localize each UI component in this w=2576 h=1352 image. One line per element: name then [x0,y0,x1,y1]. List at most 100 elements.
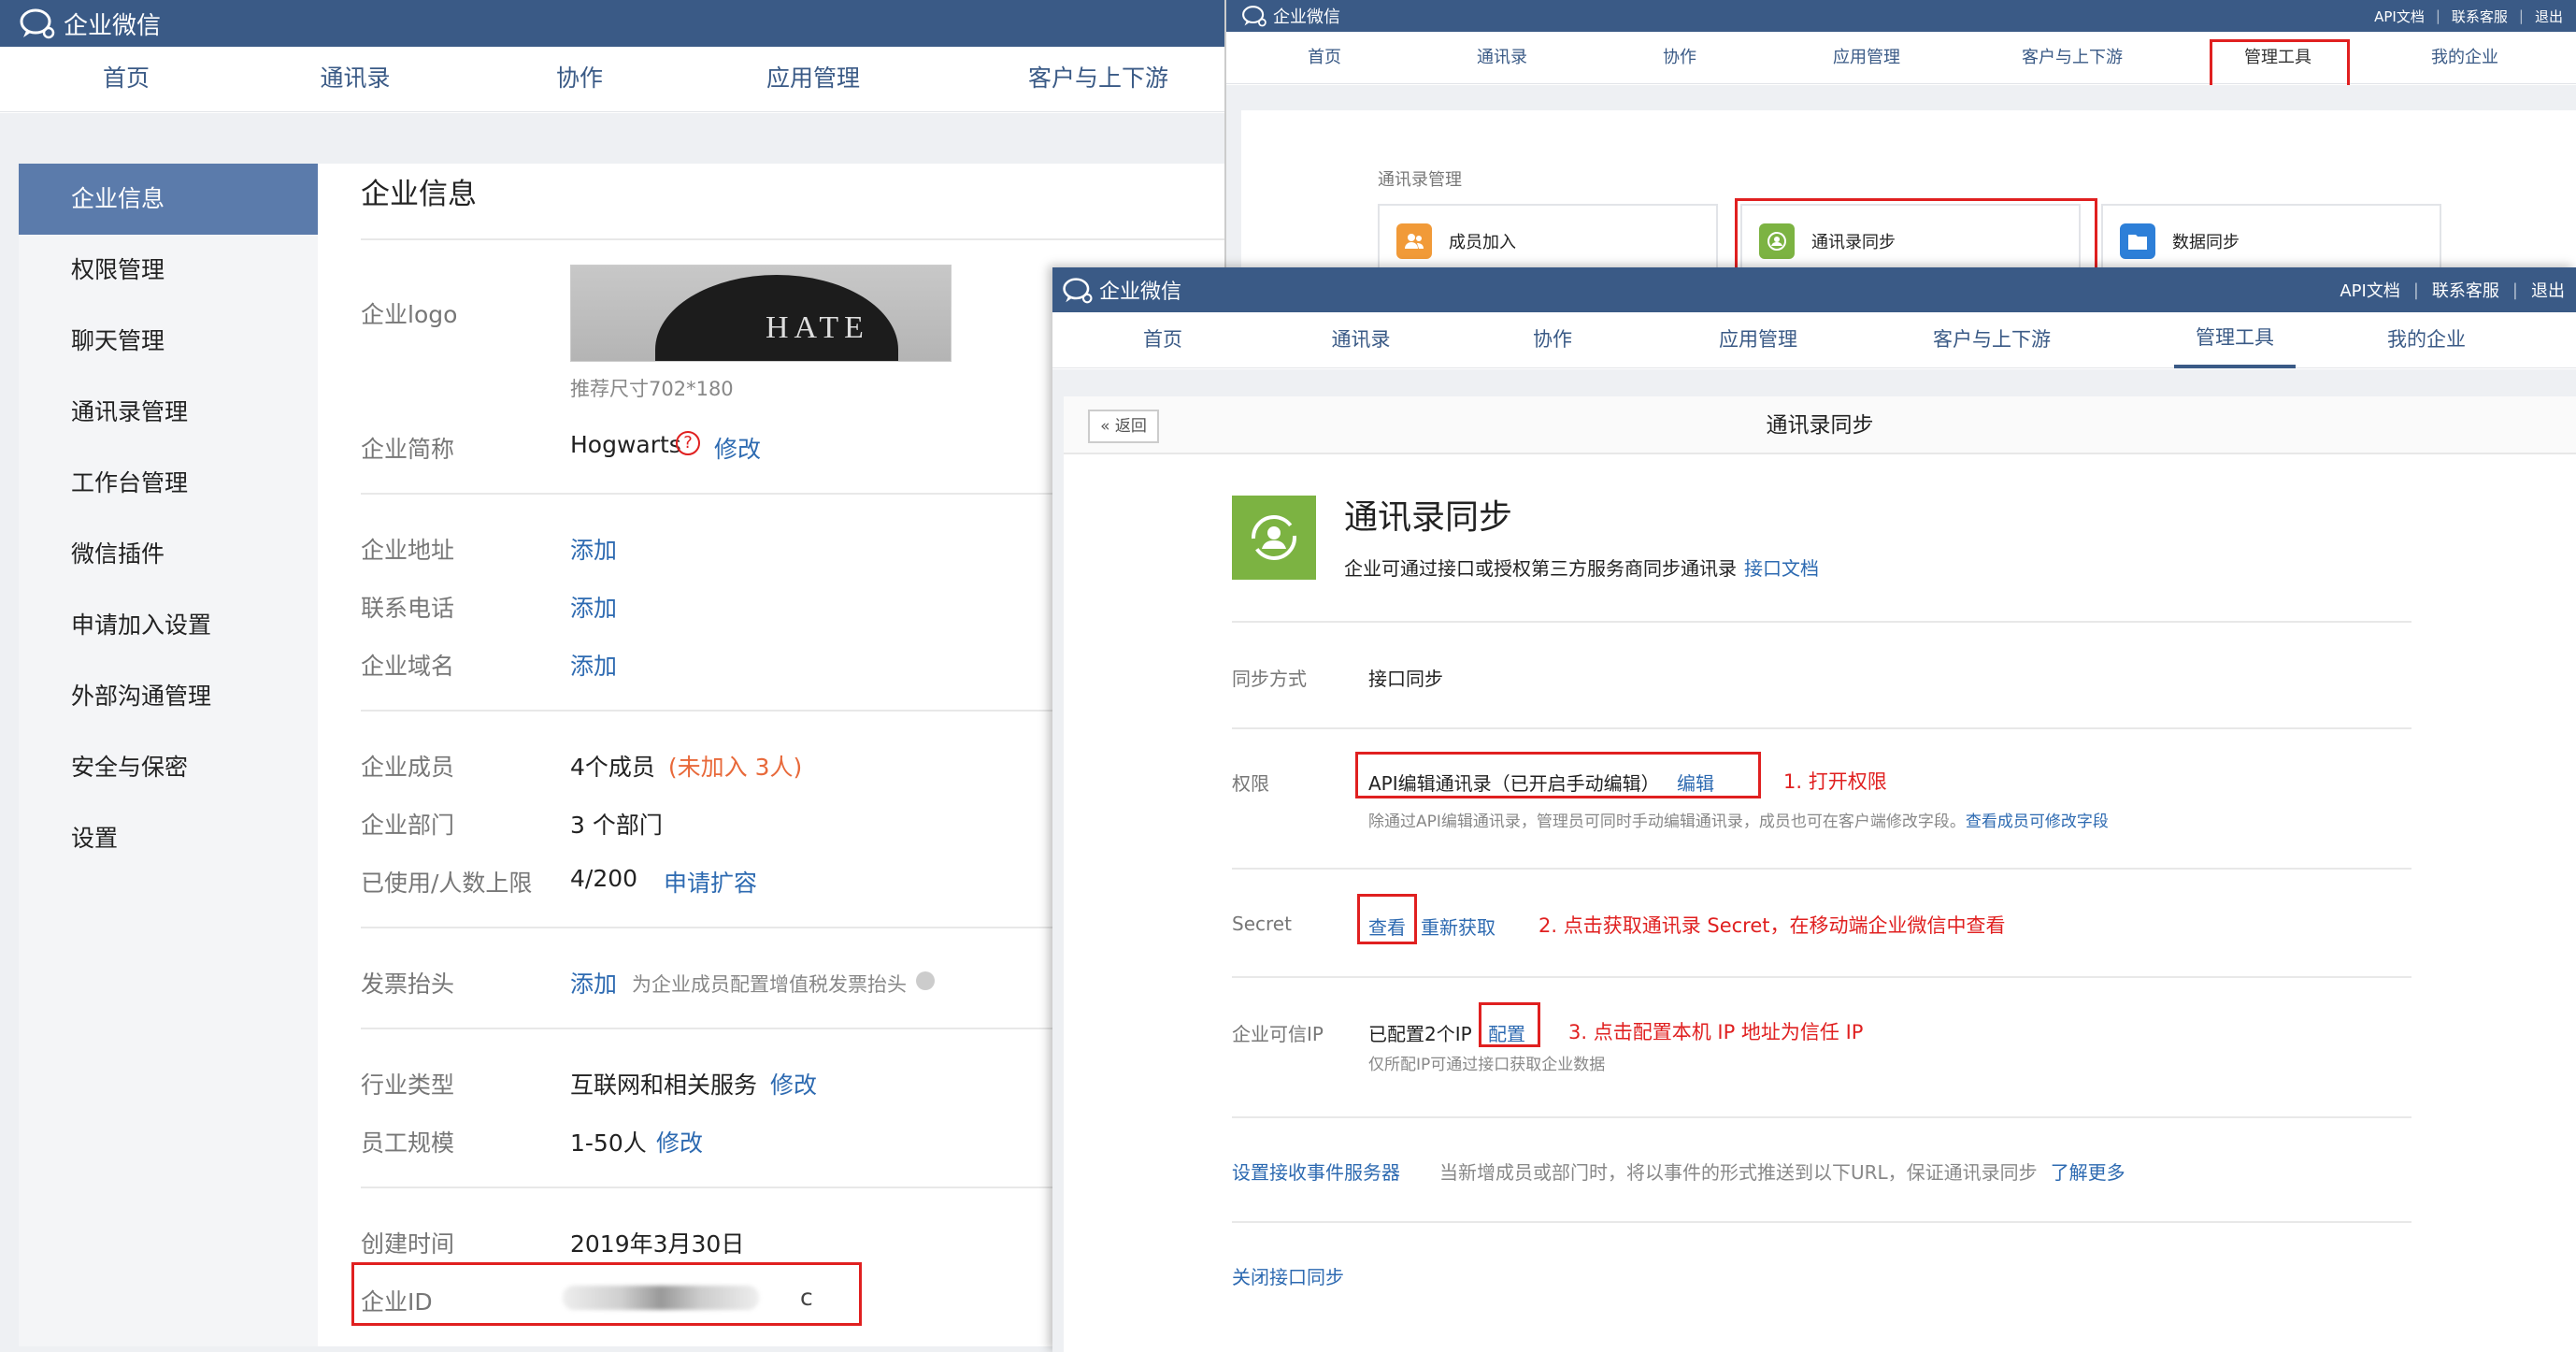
nav-contacts[interactable]: 通讯录 [1314,312,1408,367]
sidebar-item-external[interactable]: 外部沟通管理 [19,661,318,732]
add-invoice-link[interactable]: 添加 [570,966,617,1000]
scale-label: 员工规模 [361,1129,455,1157]
brand-logo: 企业微信 [1062,267,1181,312]
permission-highlight-box [1355,752,1761,798]
sidebar-item-permissions[interactable]: 权限管理 [19,235,318,306]
sidebar-item-settings[interactable]: 设置 [19,803,318,874]
sync-title: 通讯录同步 [1344,498,1513,537]
wecom-logo-icon [1063,277,1093,303]
event-server-link[interactable]: 设置接收事件服务器 [1232,1158,1400,1185]
data-sync-icon [2120,223,2155,259]
sync-mode-value: 接口同步 [1368,668,1443,690]
nav-contacts[interactable]: 通讯录 [1455,32,1549,84]
expand-link[interactable]: 申请扩容 [664,865,757,899]
industry-value: 互联网和相关服务 [570,1072,758,1099]
event-server-description: 当新增成员或部门时，将以事件的形式推送到以下URL，保证通讯录同步 了解更多 [1439,1158,2125,1185]
modify-scale-link[interactable]: 修改 [656,1125,703,1158]
contacts-mgmt-section-title: 通讯录管理 [1378,170,1462,190]
nav-collab[interactable]: 协作 [1642,32,1717,84]
sidebar-item-contacts-mgmt[interactable]: 通讯录管理 [19,377,318,448]
top-links: API文档 | 联系客服 | 退出 [2374,0,2576,32]
contact-support-link[interactable]: 联系客服 [2432,278,2499,302]
nav-collab[interactable]: 协作 [533,47,626,110]
card-label: 成员加入 [1449,233,1516,252]
logo-label: 企业logo [361,301,458,328]
step3-annotation: 3. 点击配置本机 IP 地址为信任 IP [1568,1021,1864,1043]
limit-value: 4/200 [570,865,638,892]
refetch-secret-link[interactable]: 重新获取 [1421,913,1496,940]
api-docs-link[interactable]: API文档 [2340,278,2399,302]
limit-label: 已使用/人数上限 [361,870,533,897]
scale-value: 1-50人 [570,1129,647,1157]
sidebar-item-join-settings[interactable]: 申请加入设置 [19,590,318,661]
trusted-ip-value: 已配置2个IP [1368,1023,1472,1045]
nav-apps[interactable]: 应用管理 [1806,32,1927,84]
view-editable-fields-link[interactable]: 查看成员可修改字段 [1966,813,2109,831]
sidebar-item-workbench[interactable]: 工作台管理 [19,448,318,519]
nav-apps[interactable]: 应用管理 [748,47,879,110]
nav-customers[interactable]: 客户与上下游 [1917,312,2067,367]
learn-more-link[interactable]: 了解更多 [2051,1161,2125,1184]
event-desc-text: 当新增成员或部门时，将以事件的形式推送到以下URL，保证通讯录同步 [1439,1161,2038,1184]
step2-annotation: 2. 点击获取通讯录 Secret，在移动端企业微信中查看 [1538,914,2006,937]
logout-link[interactable]: 退出 [2535,7,2563,26]
nav-apps[interactable]: 应用管理 [1697,312,1819,367]
brand-logo: 企业微信 [19,0,161,47]
sidebar-item-enterprise-info[interactable]: 企业信息 [19,164,318,235]
nav-home[interactable]: 首页 [1125,312,1200,367]
separator: | [2435,7,2440,24]
add-phone-link[interactable]: 添加 [570,590,617,624]
member-join-icon [1396,223,1432,259]
sidebar-item-security[interactable]: 安全与保密 [19,732,318,803]
enterprise-logo-image[interactable]: HATE [570,265,952,362]
main-nav: 首页 通讯录 协作 应用管理 客户与上下游 [0,47,1243,112]
top-bar: 企业微信 API文档 | 联系客服 | 退出 [1052,267,2576,312]
wecom-logo-icon [1242,6,1267,27]
add-domain-link[interactable]: 添加 [570,648,617,682]
modify-short-name-link[interactable]: 修改 [714,431,761,465]
card-member-join[interactable]: 成员加入 [1378,204,1718,271]
wecom-logo-icon [20,8,55,39]
nav-my-enterprise[interactable]: 我的企业 [2370,312,2483,367]
window-contacts-sync: 企业微信 API文档 | 联系客服 | 退出 首页 通讯录 协作 应用管理 客户… [1052,267,2576,1352]
close-api-sync-link[interactable]: 关闭接口同步 [1232,1262,1344,1289]
sidebar-item-chat[interactable]: 聊天管理 [19,306,318,377]
separator: | [2518,7,2524,24]
invoice-hint: 为企业成员配置增值税发票抬头 [632,973,907,996]
nav-customers[interactable]: 客户与上下游 [2002,32,2142,84]
logout-link[interactable]: 退出 [2531,278,2565,302]
api-doc-link[interactable]: 接口文档 [1744,557,1819,580]
card-data-sync[interactable]: 数据同步 [2101,204,2441,271]
step1-annotation: 1. 打开权限 [1783,770,1887,793]
api-docs-link[interactable]: API文档 [2374,7,2425,26]
add-address-link[interactable]: 添加 [570,532,617,566]
top-bar: 企业微信 [0,0,1243,47]
separator: | [2512,280,2518,300]
short-name-value: Hogwarts [570,431,681,458]
nav-admin-tools[interactable]: 管理工具 [2174,312,2296,368]
modify-industry-link[interactable]: 修改 [770,1067,817,1100]
nav-customers[interactable]: 客户与上下游 [1019,47,1178,110]
members-label: 企业成员 [361,754,455,781]
main-nav: 首页 通讯录 协作 应用管理 客户与上下游 管理工具 我的企业 [1052,312,2576,368]
top-bar: 企业微信 API文档 | 联系客服 | 退出 [1226,0,2576,32]
config-ip-highlight-box [1479,1002,1540,1047]
corpid-highlight-box [351,1262,862,1326]
trusted-ip-label: 企业可信IP [1232,1023,1324,1045]
brand-logo: 企业微信 [1241,0,1340,32]
nav-home[interactable]: 首页 [84,47,168,110]
members-not-joined: (未加入 3人) [667,754,803,781]
divider [361,238,1243,240]
divider [1232,868,2411,870]
main-nav: 首页 通讯录 协作 应用管理 客户与上下游 管理工具 我的企业 [1226,32,2576,84]
nav-my-enterprise[interactable]: 我的企业 [2413,32,2516,84]
created-label: 创建时间 [361,1230,455,1258]
nav-home[interactable]: 首页 [1282,32,1367,84]
nav-contacts[interactable]: 通讯录 [299,47,411,110]
sidebar-item-wechat-plugin[interactable]: 微信插件 [19,519,318,590]
help-icon[interactable]: ? [676,431,700,455]
members-count: 4个成员 [570,754,655,781]
card-label: 数据同步 [2172,233,2240,252]
contact-support-link[interactable]: 联系客服 [2452,7,2508,26]
nav-collab[interactable]: 协作 [1515,312,1590,367]
